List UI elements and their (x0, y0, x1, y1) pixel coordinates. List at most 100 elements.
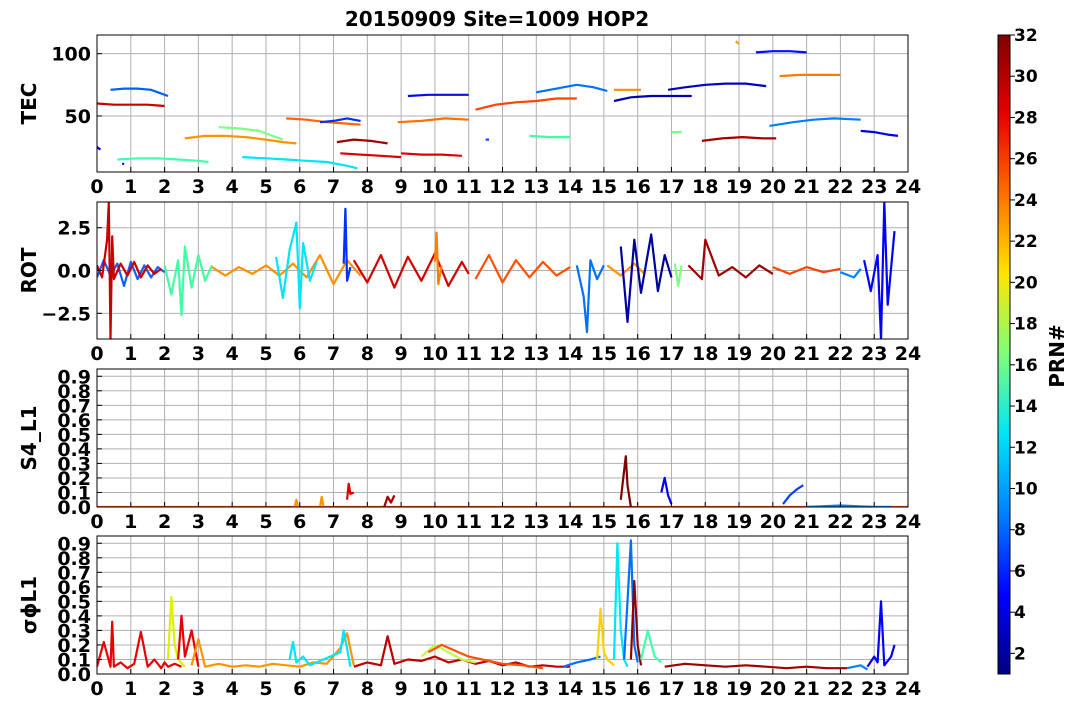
series-line-prn-2 (619, 233, 673, 323)
x-tick-label: 23 (861, 343, 887, 365)
y-axis-label: σϕL1 (17, 576, 41, 634)
x-tick-label: 13 (523, 176, 549, 198)
colorbar-tick-label: 30 (1014, 67, 1038, 87)
x-tick-label: 2 (158, 343, 171, 365)
series-line-prn-5 (407, 93, 469, 98)
x-tick-label: 24 (895, 511, 921, 533)
x-tick-label: 0 (90, 343, 103, 365)
x-tick-label: 2 (158, 678, 171, 700)
series-line-prn-5 (660, 476, 673, 505)
x-tick-label: 16 (624, 176, 650, 198)
colorbar-tick-label: 16 (1014, 356, 1038, 376)
series-line-prn-5 (860, 129, 899, 137)
x-tick-label: 10 (422, 511, 448, 533)
series-line-prn-24 (190, 632, 355, 668)
colorbar-tick-label: 4 (1014, 603, 1026, 623)
x-tick-label: 21 (793, 678, 819, 700)
x-tick-label: 19 (726, 511, 752, 533)
y-tick-labels: −2.5 0.0 2.5 (41, 218, 102, 325)
y-tick-labels: 0.00.10.20.30.40.50.60.70.80.9 (57, 366, 102, 519)
x-tick-label: 14 (557, 343, 583, 365)
x-tick-label: 22 (827, 343, 853, 365)
x-tick-label: 4 (226, 678, 239, 700)
colorbar-tick-label: 32 (1014, 26, 1038, 46)
series-line-prn-24 (184, 134, 297, 145)
x-tick-label: 11 (455, 511, 481, 533)
series-line-prn-5 (755, 50, 807, 54)
chart-panels: 0 1 2 3 4 5 6 7 8 9 10 11 12 13 14 15 16 17 18 19 20 21 22 23 24… (17, 34, 921, 700)
x-tick-label: 21 (793, 511, 819, 533)
x-tick-label: 12 (489, 511, 515, 533)
x-tick-label: 1 (124, 678, 137, 700)
x-tick-label: 9 (395, 176, 408, 198)
x-tick-label: 21 (793, 343, 819, 365)
x-tick-label: 19 (726, 176, 752, 198)
colorbar-tick-label: 18 (1014, 315, 1038, 335)
series-line-prn-3 (667, 82, 767, 91)
x-tick-label: 22 (827, 678, 853, 700)
x-tick-label: 23 (861, 176, 887, 198)
series-line-prn-9 (846, 664, 869, 671)
x-tick-label: 23 (861, 678, 887, 700)
x-tick-label: 16 (624, 678, 650, 700)
y-axis-label: S4_L1 (17, 406, 41, 471)
x-tick-label: 0 (90, 176, 103, 198)
y-tick-label: 100 (51, 44, 91, 66)
x-tick-label: 23 (861, 511, 887, 533)
x-tick-label: 3 (192, 176, 205, 198)
x-tick-label: 12 (489, 343, 515, 365)
x-tick-label: 10 (422, 678, 448, 700)
series-line-prn-27 (474, 254, 571, 284)
grid (96, 369, 909, 508)
x-tick-label: 4 (226, 176, 239, 198)
x-tick-label: 24 (895, 678, 921, 700)
x-tick-label: 20 (760, 678, 786, 700)
colorbar-tick-label: 24 (1014, 191, 1038, 211)
x-tick-label: 8 (361, 678, 374, 700)
panel-sigma-phi-l1: 0 1 2 3 4 5 6 7 8 9 10 11 12 13 14 15 16 17 18 19 20 21 22 23 24… (17, 533, 921, 700)
x-tick-label: 18 (692, 176, 718, 198)
x-tick-label: 5 (259, 678, 272, 700)
x-tick-label: 19 (726, 343, 752, 365)
y-tick-label: −2.5 (41, 303, 91, 325)
x-tick-label: 6 (293, 176, 306, 198)
series-line-prn-27 (475, 97, 577, 111)
x-tick-label: 10 (422, 176, 448, 198)
prn-scintillation-figure: 20150909 Site=1009 HOP2 0 1 2 3 4 5 6 7 8 9 10 11 12… (17, 7, 1069, 700)
panel-s4-l1: 0 1 2 3 4 5 6 7 8 9 10 11 12 13 14 15 16 17 18 19 20 21 22 23 24… (17, 366, 921, 533)
x-tick-label: 2 (158, 511, 171, 533)
series-line-prn-29 (346, 482, 355, 500)
x-tick-label: 11 (455, 176, 481, 198)
x-tick-label: 9 (395, 343, 408, 365)
x-tick-label: 16 (624, 343, 650, 365)
x-tick-label: 9 (395, 511, 408, 533)
series-line-prn-17 (673, 263, 683, 287)
x-tick-label: 18 (692, 678, 718, 700)
colorbar-tick-label: 14 (1014, 397, 1038, 417)
y-axis-label: TEC (17, 83, 41, 125)
x-tick-label: 3 (192, 511, 205, 533)
series-line-prn-6 (97, 146, 102, 151)
colorbar-tick-label: 22 (1014, 232, 1038, 252)
x-tick-label: 13 (523, 511, 549, 533)
series-line-prn-29 (97, 102, 165, 108)
x-tick-label: 6 (293, 511, 306, 533)
colorbar-gradient (997, 34, 1011, 675)
series-line-prn-31 (687, 238, 774, 281)
y-tick-label: 0.9 (57, 366, 91, 388)
x-tick-label: 1 (124, 511, 137, 533)
colorbar-tick-label: 12 (1014, 438, 1038, 458)
series-line-prn-25 (433, 231, 443, 286)
x-tick-label: 4 (226, 511, 239, 533)
colorbar-tick-label: 8 (1014, 521, 1026, 541)
x-tick-label: 12 (489, 678, 515, 700)
x-tick-label: 3 (192, 678, 205, 700)
series-group (97, 40, 899, 170)
series-line-prn-8 (536, 83, 608, 94)
x-tick-label: 10 (422, 343, 448, 365)
series-line-prn-9 (110, 87, 169, 98)
x-tick-label: 1 (124, 176, 137, 198)
series-line-prn-31 (336, 138, 388, 145)
series-line-prn-8 (562, 655, 601, 668)
series-line-prn-25 (779, 73, 841, 78)
